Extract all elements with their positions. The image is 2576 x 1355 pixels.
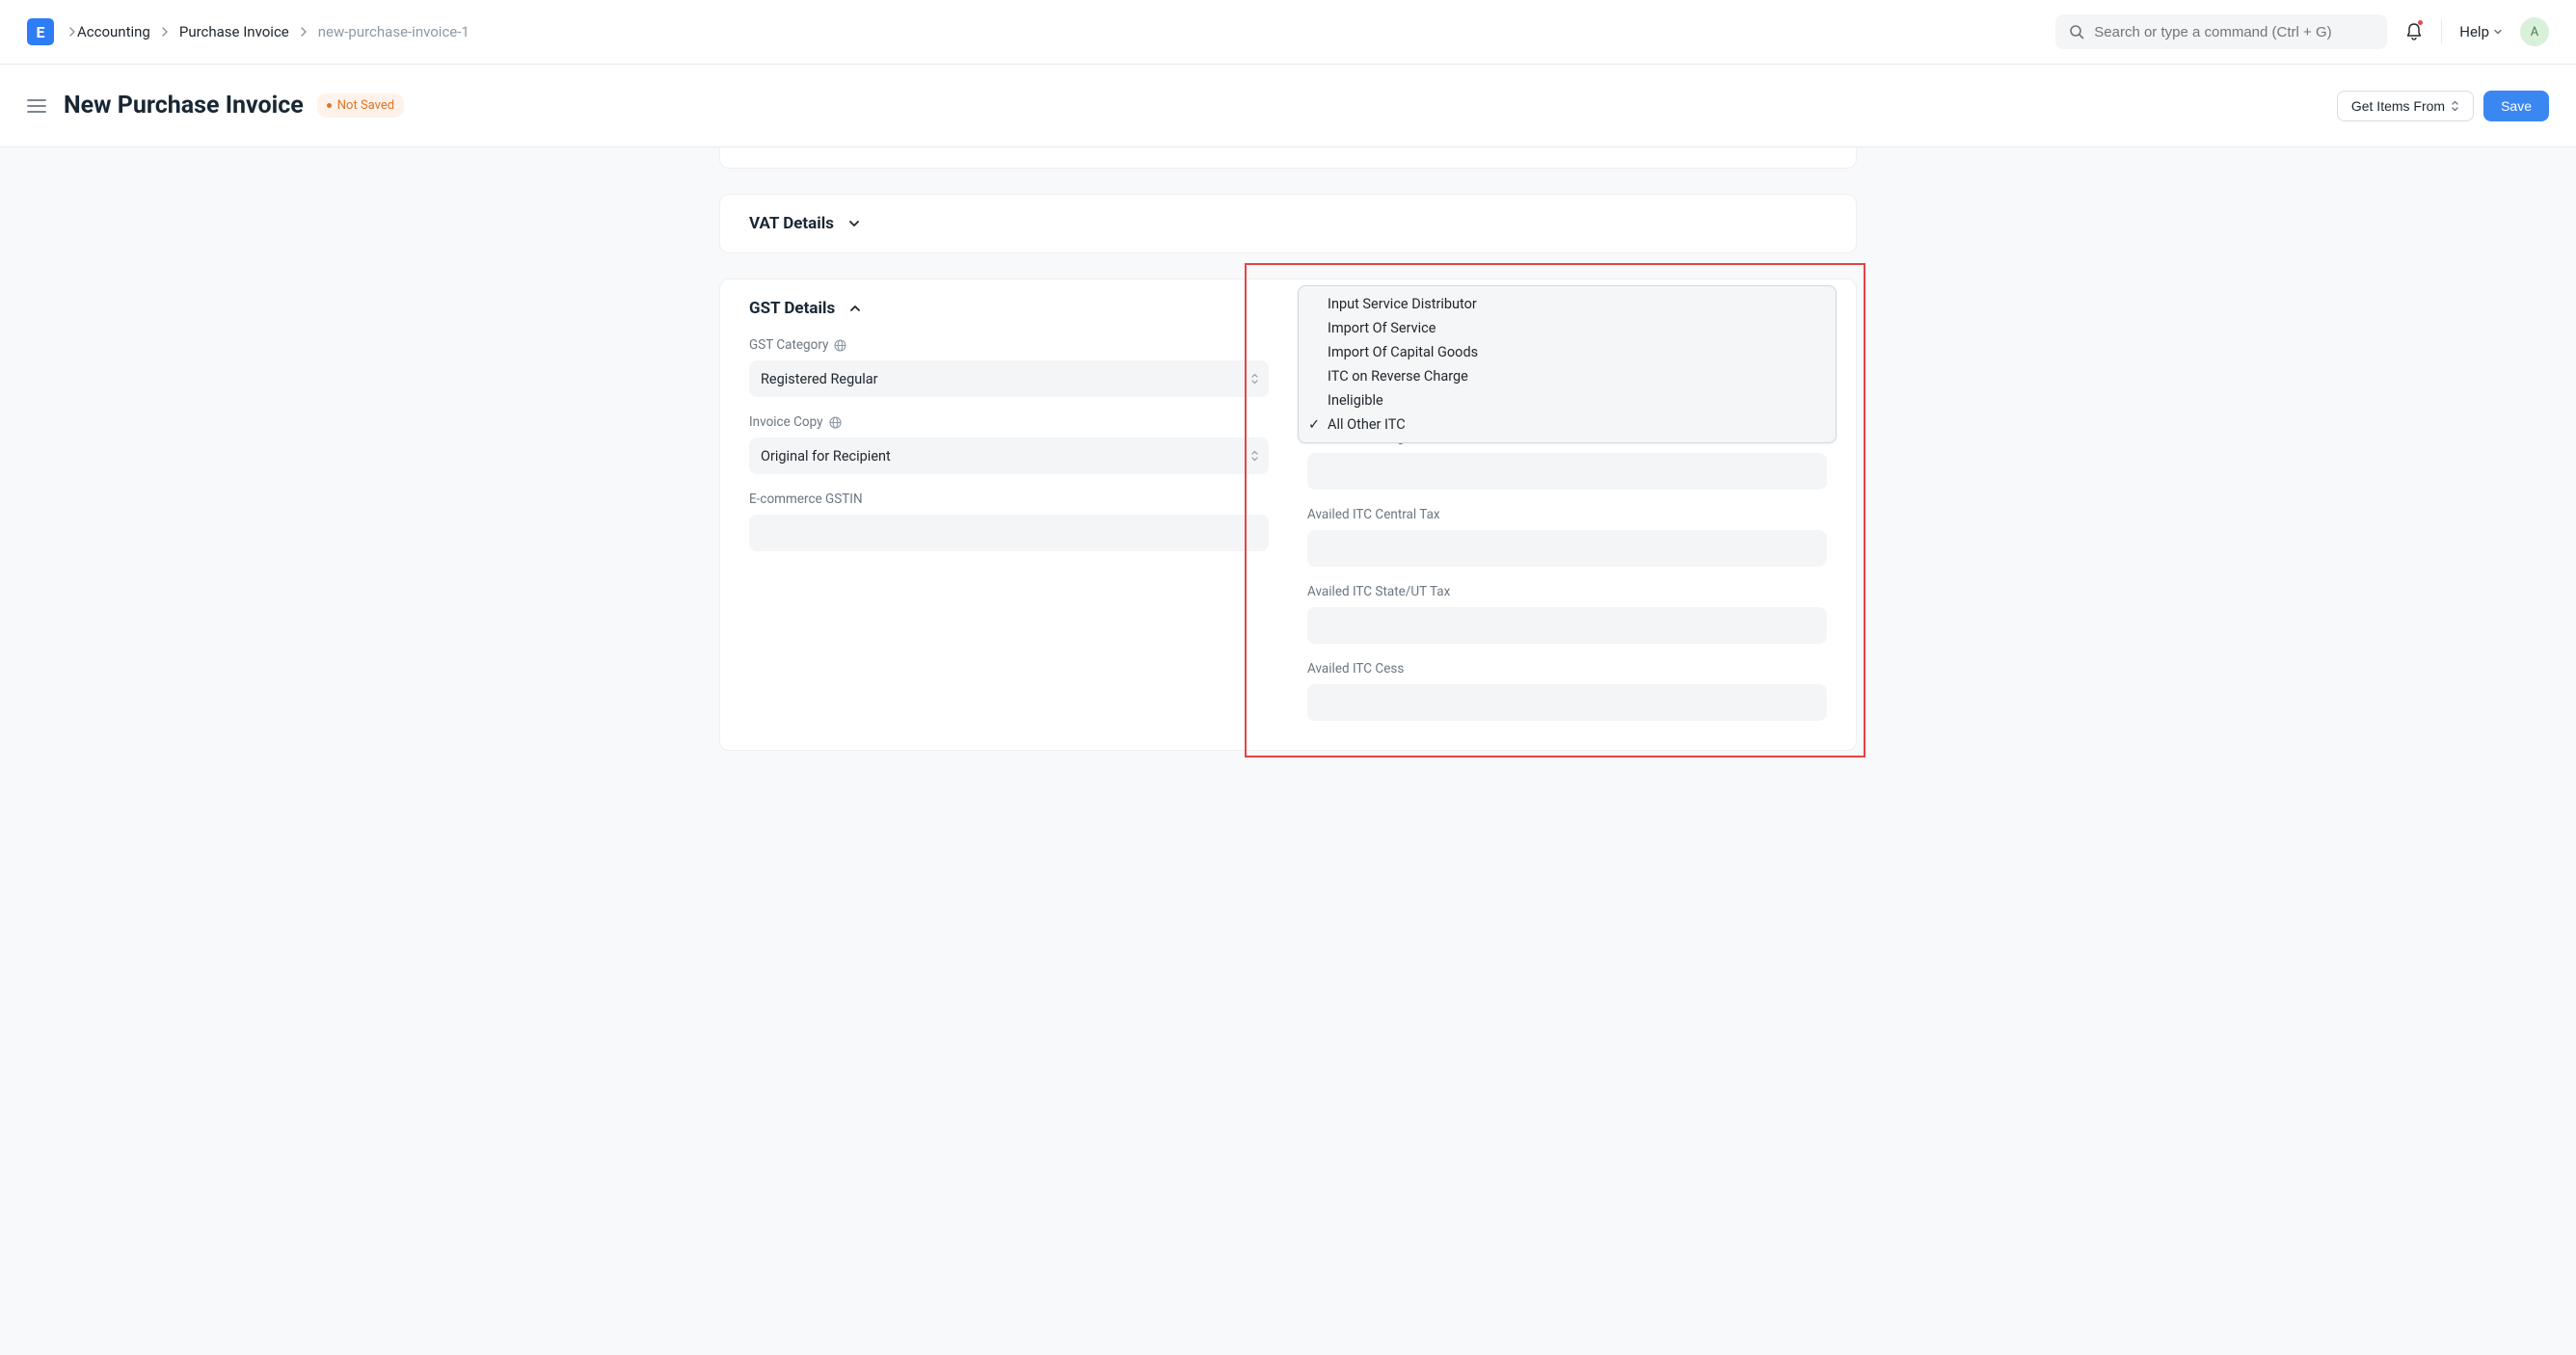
gst-details-card: GST Details GST Category (719, 279, 1857, 751)
gst-category-select[interactable]: Registered Regular (749, 360, 1269, 397)
invoice-copy-label-text: Invoice Copy (749, 414, 823, 430)
status-dot (327, 103, 332, 108)
itc-state-label: Availed ITC State/UT Tax (1307, 584, 1827, 599)
dropdown-option[interactable]: Input Service Distributor (1299, 292, 1836, 316)
breadcrumbs: Accounting Purchase Invoice new-purchase… (77, 23, 470, 40)
search-input[interactable] (2094, 24, 2374, 40)
page-bar: New Purchase Invoice Not Saved Get Items… (0, 65, 2576, 147)
gst-card-title: GST Details (749, 299, 835, 318)
chevron-up-icon (848, 302, 862, 315)
status-text: Not Saved (337, 98, 394, 113)
breadcrumb-current: new-purchase-invoice-1 (318, 23, 470, 40)
chevron-right-icon (160, 27, 170, 37)
gst-category-label: GST Category (749, 337, 1269, 353)
dropdown-option[interactable]: Import Of Capital Goods (1299, 340, 1836, 364)
ecommerce-gstin-label: E-commerce GSTIN (749, 492, 1269, 507)
updown-icon (2451, 100, 2459, 112)
vat-card-header[interactable]: VAT Details (720, 195, 1856, 252)
get-items-from-label: Get Items From (2351, 98, 2445, 114)
ecommerce-gstin-input[interactable] (749, 515, 1269, 551)
breadcrumb-purchase-invoice[interactable]: Purchase Invoice (179, 23, 289, 40)
updown-icon (1250, 449, 1259, 463)
gst-category-field: GST Category Registered Regular (749, 337, 1269, 397)
itc-cess-field: Availed ITC Cess (1307, 661, 1827, 721)
itc-central-input[interactable] (1307, 530, 1827, 567)
vat-details-card: VAT Details (719, 194, 1857, 253)
itc-cess-label: Availed ITC Cess (1307, 661, 1827, 677)
check-icon: ✓ (1308, 414, 1320, 435)
notifications-button[interactable] (2404, 22, 2424, 41)
itc-cess-input[interactable] (1307, 684, 1827, 721)
dropdown-option[interactable]: ITC on Reverse Charge (1299, 364, 1836, 388)
invoice-copy-value: Original for Recipient (761, 448, 891, 465)
itc-central-label: Availed ITC Central Tax (1307, 507, 1827, 522)
chevron-down-icon (847, 217, 861, 230)
gst-category-value: Registered Regular (761, 371, 878, 387)
content-column: VAT Details GST Details GST Categ (719, 147, 1857, 1316)
page-title: New Purchase Invoice (64, 92, 304, 120)
globe-icon (834, 339, 846, 352)
dropdown-option-selected[interactable]: ✓ All Other ITC (1299, 412, 1836, 437)
vat-card-title: VAT Details (749, 214, 834, 233)
itc-integrated-input[interactable] (1307, 453, 1827, 490)
top-right-tools: Help A (2055, 14, 2549, 49)
itc-state-input[interactable] (1307, 607, 1827, 644)
invoice-copy-label: Invoice Copy (749, 414, 1269, 430)
status-badge: Not Saved (317, 93, 404, 118)
invoice-copy-field: Invoice Copy Original for Recipient (749, 414, 1269, 474)
updown-icon (1250, 372, 1259, 385)
itc-state-field: Availed ITC State/UT Tax (1307, 584, 1827, 644)
top-nav: E Accounting Purchase Invoice new-purcha… (0, 0, 2576, 65)
eligibility-dropdown[interactable]: Input Service Distributor Import Of Serv… (1298, 285, 1837, 443)
save-button[interactable]: Save (2483, 91, 2549, 121)
get-items-from-button[interactable]: Get Items From (2337, 91, 2474, 121)
gst-right-column: Availed ITC Integrated Tax Availed ITC C… (1307, 337, 1827, 721)
gst-card-body: GST Category Registered Regular (720, 337, 1856, 750)
previous-card-edge (719, 147, 1857, 169)
dropdown-option[interactable]: Import Of Service (1299, 316, 1836, 340)
help-label: Help (2459, 23, 2489, 40)
chevron-down-icon (2493, 27, 2503, 37)
chevron-right-icon (299, 27, 309, 37)
breadcrumb-accounting[interactable]: Accounting (77, 23, 150, 40)
page-actions: Get Items From Save (2337, 91, 2549, 121)
help-menu[interactable]: Help (2459, 23, 2503, 40)
search-box[interactable] (2055, 14, 2387, 49)
search-icon (2069, 24, 2084, 40)
gst-category-label-text: GST Category (749, 337, 828, 353)
ecommerce-gstin-field: E-commerce GSTIN (749, 492, 1269, 551)
gst-left-column: GST Category Registered Regular (749, 337, 1269, 721)
chevron-right-icon (67, 27, 77, 37)
app-logo[interactable]: E (27, 18, 54, 45)
itc-central-field: Availed ITC Central Tax (1307, 507, 1827, 567)
dropdown-option[interactable]: Ineligible (1299, 388, 1836, 412)
invoice-copy-select[interactable]: Original for Recipient (749, 438, 1269, 474)
separator (2441, 20, 2442, 43)
user-avatar[interactable]: A (2520, 17, 2549, 46)
body-area: VAT Details GST Details GST Categ (0, 147, 2576, 1355)
dropdown-option-text: All Other ITC (1328, 416, 1406, 433)
sidebar-toggle-icon[interactable] (27, 98, 46, 114)
globe-icon (829, 416, 842, 429)
